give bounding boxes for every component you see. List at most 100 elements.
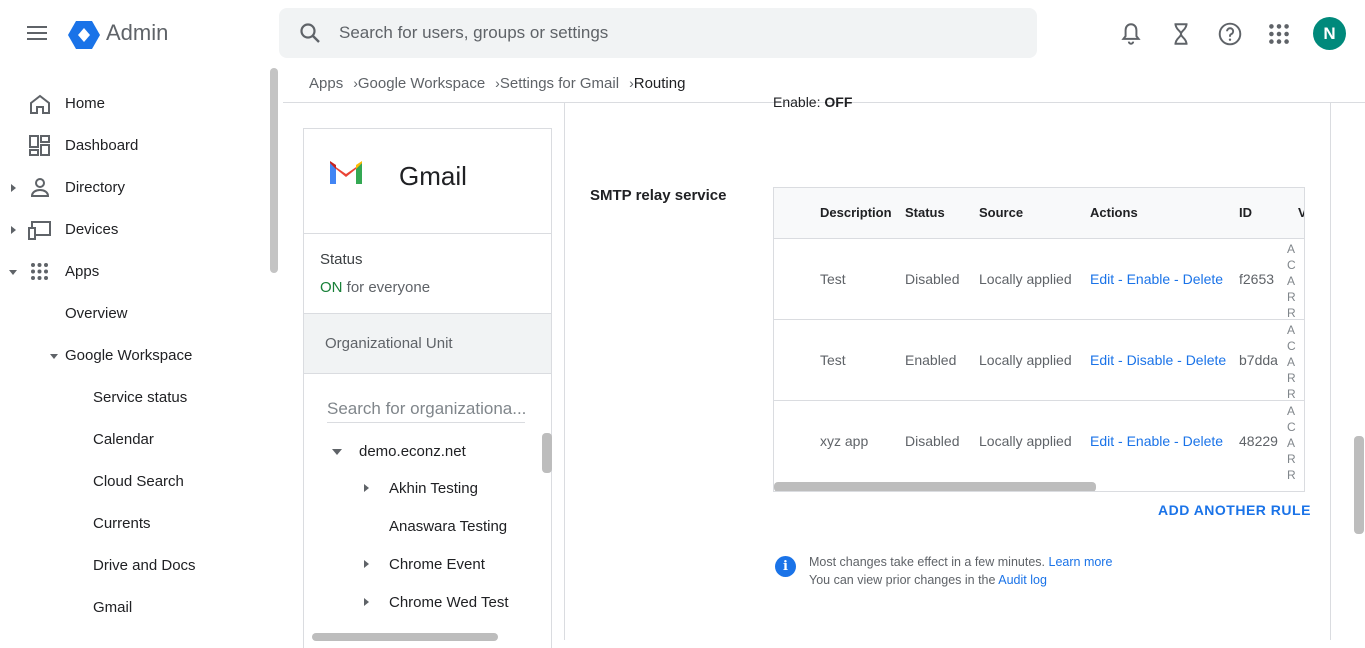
sidebar: Home Dashboard Directory Devices Apps Ov… xyxy=(0,68,283,640)
sidebar-scrollbar[interactable] xyxy=(270,68,278,273)
org-unit-item[interactable]: Anaswara Testing xyxy=(389,518,507,535)
sidebar-item-devices[interactable]: Devices xyxy=(65,221,118,238)
breadcrumb-apps[interactable]: Apps xyxy=(309,75,343,92)
status-value: ON for everyone xyxy=(320,279,430,296)
org-unit-root[interactable]: demo.econz.net xyxy=(359,443,466,460)
row-actions-link[interactable]: Edit - Enable - Delete xyxy=(1090,271,1223,287)
cell-status: Disabled xyxy=(905,433,960,449)
cell-id: 48229 xyxy=(1239,433,1278,449)
sidebar-item-overview[interactable]: Overview xyxy=(65,305,128,322)
table-row: Test Disabled Locally applied Edit - Ena… xyxy=(774,239,1304,320)
section-title: SMTP relay service xyxy=(590,187,727,204)
collapse-caret-icon[interactable] xyxy=(50,354,58,359)
cell-status: Disabled xyxy=(905,271,960,287)
search-input[interactable] xyxy=(339,21,1019,45)
enable-status: Enable: OFF xyxy=(773,94,852,110)
expand-caret-icon[interactable] xyxy=(364,560,369,568)
app-info-panel: Gmail Status ON for everyone Organizatio… xyxy=(303,128,552,648)
info-text-line-2: You can view prior changes in the Audit … xyxy=(809,573,1047,587)
column-header-clipped[interactable]: V xyxy=(1298,205,1304,220)
breadcrumb: Apps ›Google Workspace ›Settings for Gmail… xyxy=(309,75,685,92)
cell-id: f2653 xyxy=(1239,271,1275,287)
org-unit-item[interactable]: Akhin Testing xyxy=(389,480,478,497)
breadcrumb-google-workspace[interactable]: Google Workspace xyxy=(358,75,485,92)
clipped-column-cell: ACARR xyxy=(1287,404,1296,482)
row-actions-link[interactable]: Edit - Disable - Delete xyxy=(1090,352,1226,368)
sidebar-item-directory[interactable]: Directory xyxy=(65,179,125,196)
column-header-actions: Actions xyxy=(1090,205,1138,220)
table-scrollbar-horizontal[interactable] xyxy=(774,482,1096,491)
table-row: xyz app Disabled Locally applied Edit - … xyxy=(774,401,1304,482)
sidebar-item-gmail[interactable]: Gmail xyxy=(93,599,132,616)
content-border-right xyxy=(1330,103,1331,640)
breadcrumb-current: Routing xyxy=(633,75,686,92)
row-actions-link[interactable]: Edit - Enable - Delete xyxy=(1090,433,1223,449)
dashboard-icon xyxy=(29,135,50,156)
help-icon[interactable] xyxy=(1217,21,1243,47)
sidebar-item-home[interactable]: Home xyxy=(65,95,105,112)
collapse-caret-icon[interactable] xyxy=(9,270,17,275)
cell-description: Test xyxy=(820,271,846,287)
cell-description: xyz app xyxy=(820,433,869,449)
info-text-line-1: Most changes take effect in a few minute… xyxy=(809,555,1113,569)
notifications-bell-icon[interactable] xyxy=(1118,21,1144,47)
org-unit-search-input[interactable] xyxy=(327,395,525,423)
column-header-id[interactable]: ID xyxy=(1239,205,1252,220)
clipped-column-cell: ACARR xyxy=(1287,323,1296,401)
add-another-rule-button[interactable]: ADD ANOTHER RULE xyxy=(1158,502,1311,518)
expand-caret-icon[interactable] xyxy=(11,226,16,234)
sidebar-item-currents[interactable]: Currents xyxy=(93,515,151,532)
info-icon: i xyxy=(775,556,796,577)
expand-caret-icon[interactable] xyxy=(364,598,369,606)
org-unit-item[interactable]: Chrome Wed Test xyxy=(389,594,509,611)
sidebar-item-calendar[interactable]: Calendar xyxy=(93,431,154,448)
sidebar-item-dashboard[interactable]: Dashboard xyxy=(65,137,138,154)
expand-caret-icon[interactable] xyxy=(364,484,369,492)
cell-source: Locally applied xyxy=(979,271,1072,287)
account-avatar[interactable]: N xyxy=(1313,17,1346,50)
home-icon xyxy=(30,94,50,114)
sidebar-item-service-status[interactable]: Service status xyxy=(93,389,187,406)
sidebar-item-drive-and-docs[interactable]: Drive and Docs xyxy=(93,557,196,574)
app-title: Gmail xyxy=(399,161,467,191)
global-search-bar[interactable] xyxy=(279,8,1037,58)
main-menu-button[interactable] xyxy=(24,22,50,46)
cell-source: Locally applied xyxy=(979,433,1072,449)
content-border-left xyxy=(564,103,565,640)
cell-id: b7dda xyxy=(1239,352,1278,368)
org-unit-header: Organizational Unit xyxy=(304,313,551,374)
audit-log-link[interactable]: Audit log xyxy=(998,573,1047,587)
table-header: Description Status Source Actions ID V xyxy=(774,188,1304,239)
sidebar-item-cloud-search[interactable]: Cloud Search xyxy=(93,473,184,490)
column-header-status[interactable]: Status xyxy=(905,205,945,220)
cell-source: Locally applied xyxy=(979,352,1072,368)
divider xyxy=(304,233,551,234)
collapse-caret-icon[interactable] xyxy=(332,449,342,455)
column-header-description[interactable]: Description xyxy=(820,205,892,220)
status-label: Status xyxy=(320,251,363,268)
learn-more-link[interactable]: Learn more xyxy=(1049,555,1113,569)
breadcrumb-settings-for-gmail[interactable]: Settings for Gmail xyxy=(500,75,619,92)
cell-status: Enabled xyxy=(905,352,957,368)
admin-logo-icon xyxy=(68,21,100,49)
sidebar-item-apps[interactable]: Apps xyxy=(65,263,99,280)
enable-label: Enable: xyxy=(773,94,821,110)
enable-value: OFF xyxy=(824,94,853,110)
org-unit-scrollbar-vertical[interactable] xyxy=(542,433,552,473)
table-row: Test Enabled Locally applied Edit - Disa… xyxy=(774,320,1304,401)
expand-caret-icon[interactable] xyxy=(11,184,16,192)
page-scrollbar[interactable] xyxy=(1354,436,1364,534)
hourglass-tasks-icon[interactable] xyxy=(1168,21,1194,47)
apps-grid-icon[interactable] xyxy=(1266,21,1292,47)
clipped-column-cell: ACARR xyxy=(1287,242,1296,320)
top-bar: Admin N xyxy=(0,0,1365,68)
org-unit-title: Organizational Unit xyxy=(325,335,453,352)
search-icon xyxy=(300,23,320,43)
column-header-source[interactable]: Source xyxy=(979,205,1023,220)
gmail-logo-icon xyxy=(330,161,362,184)
sidebar-item-google-workspace[interactable]: Google Workspace xyxy=(65,347,192,364)
status-on-badge: ON xyxy=(320,279,343,296)
org-unit-item[interactable]: Chrome Event xyxy=(389,556,485,573)
app-brand: Admin xyxy=(106,20,169,45)
apps-grid-icon xyxy=(31,263,48,280)
